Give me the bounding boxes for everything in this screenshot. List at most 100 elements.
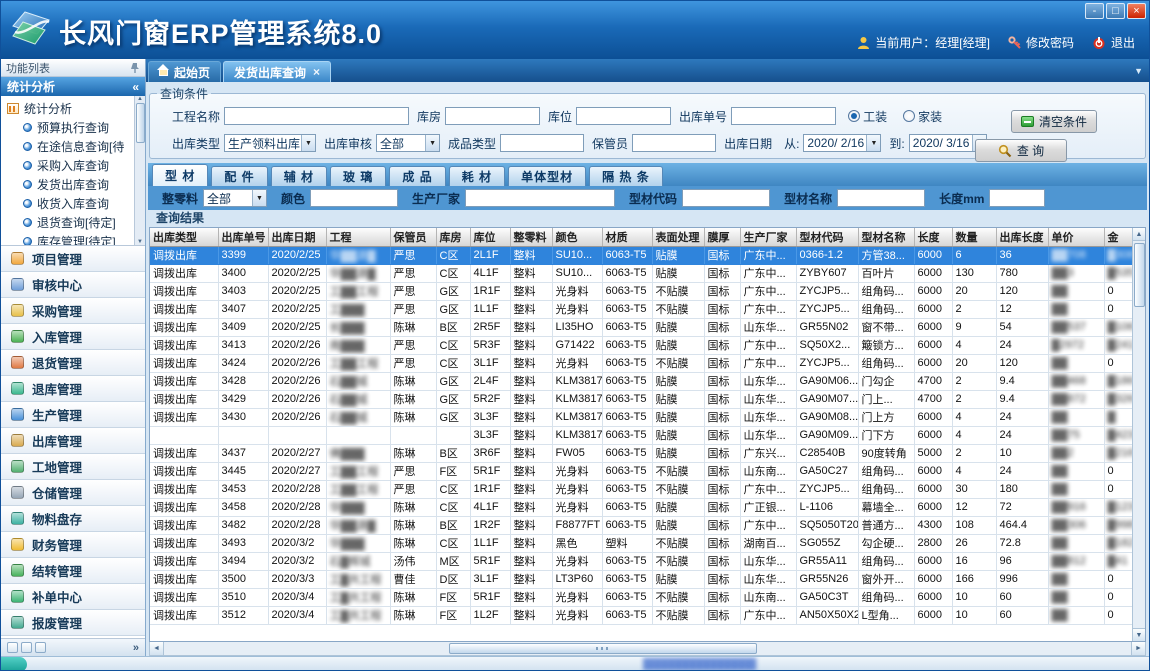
sidebar-module-item[interactable]: 报废管理	[1, 610, 145, 636]
tree-scrollbar[interactable]: ▲ ▼	[134, 96, 145, 245]
length-input[interactable]	[989, 189, 1045, 207]
column-header[interactable]: 颜色	[552, 228, 602, 246]
table-row[interactable]: 调拨出库34032020/2/25工▓▓工程严思G区1R1F整料光身料6063-…	[150, 282, 1138, 300]
scroll-right-icon[interactable]: ►	[1131, 642, 1145, 655]
scroll-left-icon[interactable]: ◄	[150, 642, 164, 655]
tree-root-item[interactable]: 统计分析	[7, 99, 133, 118]
tree-item[interactable]: 发货出库查询	[7, 175, 133, 194]
table-row[interactable]: 调拨出库34132020/2/26南▓▓▓严思C区5R3F整料G71422606…	[150, 336, 1138, 354]
sidebar-footer-button[interactable]	[35, 642, 46, 653]
material-tab[interactable]: 单体型材	[508, 166, 586, 186]
sidebar-module-item[interactable]: 入库管理	[1, 324, 145, 350]
horizontal-scrollbar[interactable]: ◄ ►	[149, 642, 1146, 656]
table-row[interactable]: 调拨出库35002020/3/3工▓共工程曹佳D区3L1F整料LT3P60606…	[150, 570, 1138, 588]
column-header[interactable]: 型材名称	[858, 228, 914, 246]
column-header[interactable]: 型材代码	[796, 228, 858, 246]
keeper-input[interactable]	[632, 134, 716, 152]
tree-item[interactable]: 收货入库查询	[7, 194, 133, 213]
sidebar-module-item[interactable]: 物料盘存	[1, 506, 145, 532]
tree-item[interactable]: 退货查询[待定]	[7, 213, 133, 232]
product-type-input[interactable]	[500, 134, 584, 152]
sidebar-module-item[interactable]: 补单中心	[1, 584, 145, 610]
tree-scroll-thumb[interactable]	[136, 103, 145, 143]
scroll-down-icon[interactable]: ▼	[137, 239, 143, 245]
sidebar-module-item[interactable]: 退库管理	[1, 376, 145, 402]
material-tab[interactable]: 型 材	[152, 164, 208, 186]
logout-button[interactable]: 退出	[1092, 34, 1135, 51]
tree-item[interactable]: 采购入库查询	[7, 156, 133, 175]
date-from-picker[interactable]: 2020/ 2/16▼	[803, 134, 881, 152]
column-header[interactable]: 出库日期	[268, 228, 326, 246]
column-header[interactable]: 出库长度	[996, 228, 1048, 246]
material-tab[interactable]: 耗 材	[449, 166, 505, 186]
column-header[interactable]: 出库单号	[218, 228, 268, 246]
sidebar-module-item[interactable]: 财务管理	[1, 532, 145, 558]
column-header[interactable]: 生产厂家	[740, 228, 796, 246]
sidebar-footer-button[interactable]	[7, 642, 18, 653]
tab-close-icon[interactable]: ×	[313, 67, 320, 77]
sidebar-module-item[interactable]: 项目管理	[1, 246, 145, 272]
sidebar-module-item[interactable]: 结转管理	[1, 558, 145, 584]
table-row[interactable]: 3L3F整料KLM38176063-T5贴膜国标山东华...GA90M09...…	[150, 426, 1138, 444]
table-row[interactable]: 调拨出库34822020/2/28华▓▓源▓陈琳B区1R2F整料F8877FT6…	[150, 516, 1138, 534]
whole-material-select[interactable]: 全部▼	[203, 189, 267, 207]
column-header[interactable]: 出库类型	[150, 228, 218, 246]
order-no-input[interactable]	[731, 107, 836, 125]
column-header[interactable]: 整零料	[510, 228, 552, 246]
column-header[interactable]: 库房	[436, 228, 470, 246]
tab-start-page[interactable]: 起始页	[148, 61, 221, 82]
column-header[interactable]: 膜厚	[704, 228, 740, 246]
change-password-link[interactable]: 修改密码	[1008, 34, 1074, 51]
table-row[interactable]: 调拨出库34092020/2/25长▓▓▓陈琳B区2R5F整料LI35HO606…	[150, 318, 1138, 336]
sidebar-module-item[interactable]: 采购管理	[1, 298, 145, 324]
location-input[interactable]	[576, 107, 671, 125]
column-header[interactable]: 长度	[914, 228, 952, 246]
table-row[interactable]: 调拨出库34302020/2/26石▓▓城陈琳G区3L3F整料KLM381760…	[150, 408, 1138, 426]
column-header[interactable]: 工程	[326, 228, 390, 246]
table-row[interactable]: 调拨出库35102020/3/4工▓共工程陈琳F区5R1F整料光身料6063-T…	[150, 588, 1138, 606]
sidebar-section-statistics[interactable]: 统计分析 «	[1, 77, 145, 96]
table-row[interactable]: 调拨出库34932020/3/2华▓▓▓陈琳C区1L1F整料黑色塑料不贴膜国标湖…	[150, 534, 1138, 552]
profile-code-input[interactable]	[682, 189, 770, 207]
table-row[interactable]: 调拨出库34582020/2/28华▓▓▓陈琳C区4L1F整料光身料6063-T…	[150, 498, 1138, 516]
color-input[interactable]	[310, 189, 398, 207]
outbound-type-select[interactable]: 生产领料出库▼	[224, 134, 316, 152]
minimize-button[interactable]: -	[1085, 3, 1104, 19]
maximize-button[interactable]: □	[1106, 3, 1125, 19]
material-tab[interactable]: 隔 热 条	[589, 166, 663, 186]
column-header[interactable]: 数量	[952, 228, 996, 246]
table-row[interactable]: 调拨出库35122020/3/4工▓共工程陈琳F区1L2F整料光身料6063-T…	[150, 606, 1138, 624]
table-row[interactable]: 调拨出库34072020/2/25工▓▓▓严思G区1L1F整料光身料6063-T…	[150, 300, 1138, 318]
manufacturer-input[interactable]	[465, 189, 615, 207]
project-name-input[interactable]	[224, 107, 409, 125]
clear-conditions-button[interactable]: 清空条件	[1011, 110, 1097, 133]
sidebar-footer-button[interactable]	[21, 642, 32, 653]
sidebar-module-item[interactable]: 工地管理	[1, 454, 145, 480]
table-row[interactable]: 调拨出库34452020/2/27工▓▓工程严思F区5R1F整料光身料6063-…	[150, 462, 1138, 480]
material-tab[interactable]: 配 件	[211, 166, 267, 186]
column-header[interactable]: 保管员	[390, 228, 436, 246]
material-tab[interactable]: 玻 璃	[330, 166, 386, 186]
profile-name-input[interactable]	[837, 189, 925, 207]
expand-icon[interactable]: »	[133, 642, 139, 654]
table-row[interactable]: 调拨出库34242020/2/26工▓▓工程严思C区3L1F整料光身料6063-…	[150, 354, 1138, 372]
search-button[interactable]: 查 询	[975, 139, 1067, 162]
column-header[interactable]: 表面处理	[652, 228, 704, 246]
close-button[interactable]: ×	[1127, 3, 1146, 19]
warehouse-input[interactable]	[445, 107, 540, 125]
pin-icon[interactable]	[130, 62, 140, 73]
radio-home-decoration[interactable]	[903, 110, 915, 122]
scroll-up-icon[interactable]: ▲	[1133, 228, 1145, 241]
column-header[interactable]: 材质	[602, 228, 652, 246]
tree-item[interactable]: 预算执行查询	[7, 118, 133, 137]
sidebar-module-item[interactable]: 退货管理	[1, 350, 145, 376]
tab-list-dropdown-icon[interactable]: ▼	[1134, 66, 1143, 76]
material-tab[interactable]: 成 品	[389, 166, 445, 186]
table-row[interactable]: 调拨出库34942020/3/2石▓辉城汤伟M区5R1F整料光身料6063-T5…	[150, 552, 1138, 570]
tree-item[interactable]: 在途信息查询[待	[7, 137, 133, 156]
scroll-down-icon[interactable]: ▼	[1133, 628, 1145, 641]
column-header[interactable]: 库位	[470, 228, 510, 246]
radio-work-label[interactable]: 工装	[863, 108, 887, 125]
table-row[interactable]: 调拨出库34292020/2/26石▓▓城陈琳G区5R2F整料KLM381760…	[150, 390, 1138, 408]
hscroll-thumb[interactable]	[449, 643, 757, 654]
